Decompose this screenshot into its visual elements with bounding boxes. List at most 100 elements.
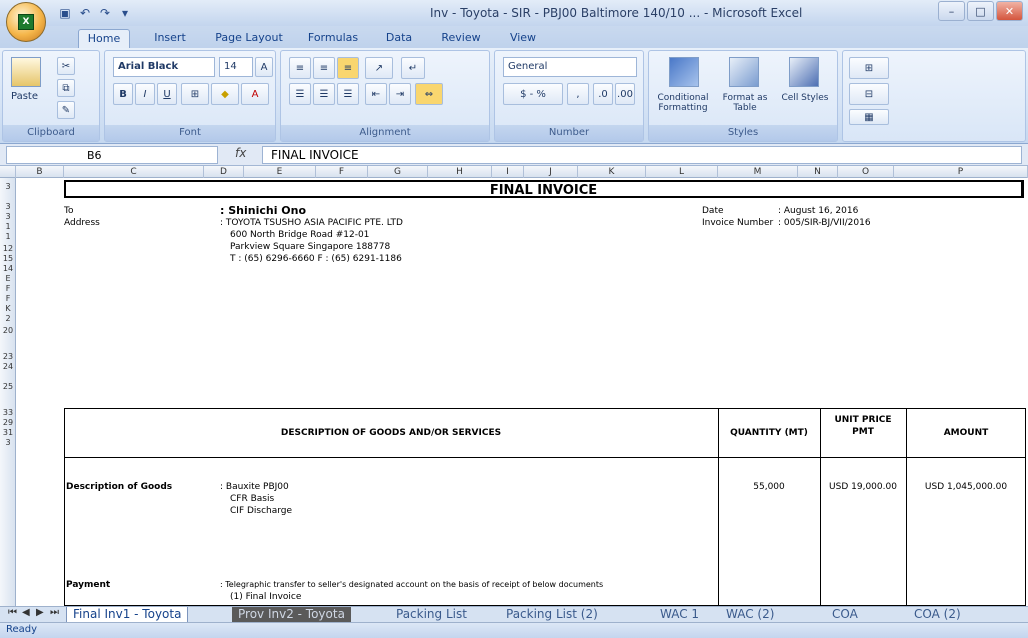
tab-page-layout[interactable]: Page Layout (208, 29, 290, 48)
column-header[interactable]: M (718, 166, 798, 178)
comma-style-icon[interactable]: , (567, 83, 589, 105)
row-header[interactable]: 23 (0, 352, 16, 362)
merge-center-icon[interactable]: ⇔ (415, 83, 443, 105)
align-middle-icon[interactable]: ≡ (313, 57, 335, 79)
align-bottom-icon[interactable]: ≡ (337, 57, 359, 79)
sheet-tab-coa-2[interactable]: COA (2) (908, 607, 967, 623)
row-header[interactable]: F (0, 294, 16, 304)
italic-button[interactable]: I (135, 83, 155, 105)
format-cells-icon[interactable]: ▦ (849, 109, 889, 125)
increase-decimal-icon[interactable]: .0 (593, 83, 613, 105)
paste-label[interactable]: Paste (11, 91, 38, 102)
row-header[interactable]: 1 (0, 222, 16, 232)
row-header[interactable]: 31 (0, 428, 16, 438)
decrease-decimal-icon[interactable]: .00 (615, 83, 635, 105)
select-all-corner[interactable] (0, 166, 16, 178)
orientation-icon[interactable]: ↗ (365, 57, 393, 79)
row-header[interactable]: 3 (0, 212, 16, 222)
row-header[interactable]: 20 (0, 326, 16, 336)
column-header[interactable]: B (16, 166, 64, 178)
worksheet[interactable]: FINAL INVOICE To : Shinichi Ono Address … (16, 178, 1028, 606)
formula-input[interactable]: FINAL INVOICE (262, 146, 1022, 164)
office-button[interactable]: X (6, 2, 46, 42)
column-header[interactable]: F (316, 166, 368, 178)
row-header[interactable]: 1 (0, 232, 16, 242)
cut-icon[interactable]: ✂ (57, 57, 75, 75)
column-header[interactable]: L (646, 166, 718, 178)
fx-icon[interactable]: fx (235, 146, 246, 160)
row-header[interactable]: 3 (0, 182, 16, 192)
underline-button[interactable]: U (157, 83, 177, 105)
minimize-button[interactable]: – (938, 1, 965, 21)
invoice-title-cell[interactable]: FINAL INVOICE (64, 180, 1024, 198)
sheet-tab-wac1[interactable]: WAC 1 (654, 607, 705, 623)
close-button[interactable]: ✕ (996, 1, 1023, 21)
tab-home[interactable]: Home (78, 29, 130, 48)
first-sheet-icon[interactable]: ⏮ (8, 607, 17, 618)
prev-sheet-icon[interactable]: ◀ (22, 607, 30, 618)
row-header[interactable]: 33 (0, 408, 16, 418)
last-sheet-icon[interactable]: ⏭ (50, 607, 59, 618)
format-as-table-label[interactable]: Format as Table (715, 93, 775, 113)
column-header[interactable]: N (798, 166, 838, 178)
sheet-tab-coa[interactable]: COA (826, 607, 864, 623)
column-header[interactable]: I (492, 166, 524, 178)
next-sheet-icon[interactable]: ▶ (36, 607, 44, 618)
insert-cells-icon[interactable]: ⊞ (849, 57, 889, 79)
tab-review[interactable]: Review (432, 29, 490, 48)
align-right-icon[interactable]: ☰ (337, 83, 359, 105)
format-as-table-icon[interactable] (729, 57, 759, 87)
sheet-tab-prov-inv2[interactable]: Prov Inv2 - Toyota (232, 607, 351, 623)
row-header[interactable]: 15 (0, 254, 16, 264)
row-header[interactable]: 2 (0, 314, 16, 324)
font-size-select[interactable]: 14 (219, 57, 253, 77)
align-top-icon[interactable]: ≡ (289, 57, 311, 79)
align-left-icon[interactable]: ☰ (289, 83, 311, 105)
undo-icon[interactable]: ↶ (76, 4, 94, 22)
column-header[interactable]: O (838, 166, 894, 178)
column-header[interactable]: D (204, 166, 244, 178)
align-center-icon[interactable]: ☰ (313, 83, 335, 105)
number-format-select[interactable]: General (503, 57, 637, 77)
name-box[interactable]: B6 (6, 146, 218, 164)
conditional-formatting-label[interactable]: Conditional Formatting (653, 93, 713, 113)
decrease-indent-icon[interactable]: ⇤ (365, 83, 387, 105)
sheet-tab-packing-list[interactable]: Packing List (390, 607, 473, 623)
row-header[interactable]: K (0, 304, 16, 314)
column-header[interactable]: H (428, 166, 492, 178)
column-header[interactable]: C (64, 166, 204, 178)
fill-color-icon[interactable]: ◆ (211, 83, 239, 105)
row-header[interactable]: 12 (0, 244, 16, 254)
accounting-format-button[interactable]: $ - % (503, 83, 563, 105)
row-header[interactable]: 3 (0, 202, 16, 212)
borders-icon[interactable]: ⊞ (181, 83, 209, 105)
delete-cells-icon[interactable]: ⊟ (849, 83, 889, 105)
row-header[interactable]: 29 (0, 418, 16, 428)
tab-view[interactable]: View (500, 29, 546, 48)
column-header[interactable]: P (894, 166, 1028, 178)
cell-styles-icon[interactable] (789, 57, 819, 87)
conditional-formatting-icon[interactable] (669, 57, 699, 87)
sheet-tab-wac2[interactable]: WAC (2) (720, 607, 780, 623)
row-header[interactable]: 3 (0, 438, 16, 448)
increase-indent-icon[interactable]: ⇥ (389, 83, 411, 105)
font-color-icon[interactable]: A (241, 83, 269, 105)
sheet-tab-packing-list-2[interactable]: Packing List (2) (500, 607, 604, 623)
cell-styles-label[interactable]: Cell Styles (777, 93, 833, 103)
save-icon[interactable]: ▣ (56, 4, 74, 22)
customize-qat-icon[interactable]: ▾ (116, 4, 134, 22)
tab-formulas[interactable]: Formulas (300, 29, 366, 48)
format-painter-icon[interactable]: ✎ (57, 101, 75, 119)
font-name-select[interactable]: Arial Black (113, 57, 215, 77)
redo-icon[interactable]: ↷ (96, 4, 114, 22)
row-header[interactable]: F (0, 284, 16, 294)
column-header[interactable]: E (244, 166, 316, 178)
maximize-button[interactable]: □ (967, 1, 994, 21)
paste-icon[interactable] (11, 57, 41, 87)
wrap-text-icon[interactable]: ↵ (401, 57, 425, 79)
row-header[interactable]: 14 (0, 264, 16, 274)
row-header[interactable]: E (0, 274, 16, 284)
column-header[interactable]: G (368, 166, 428, 178)
tab-data[interactable]: Data (378, 29, 420, 48)
copy-icon[interactable]: ⧉ (57, 79, 75, 97)
